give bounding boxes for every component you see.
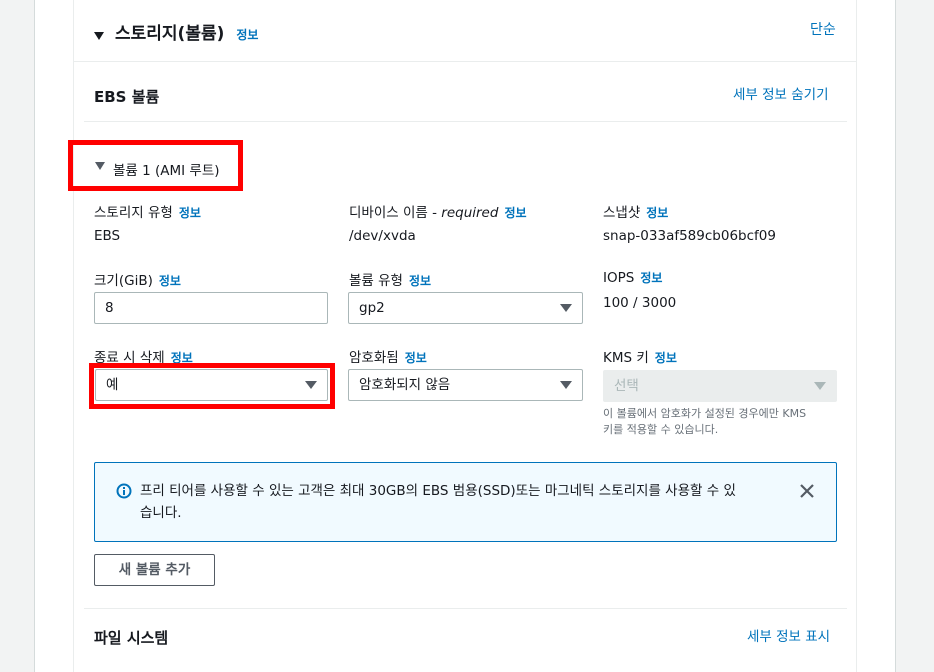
iops-label-text: IOPS xyxy=(603,270,635,286)
add-new-volume-button[interactable]: 새 볼륨 추가 xyxy=(94,554,215,586)
file-system-title: 파일 시스템 xyxy=(94,629,169,647)
encrypted-select[interactable]: 암호화되지 않음 xyxy=(348,369,583,401)
hide-details-link[interactable]: 세부 정보 숨기기 xyxy=(733,83,829,103)
storage-type-label: 스토리지 유형 정보 xyxy=(94,201,201,221)
device-name-label: 디바이스 이름 - required 정보 xyxy=(349,201,527,221)
kms-key-selected-value: 선택 xyxy=(614,378,639,394)
caret-down-icon xyxy=(95,162,105,170)
size-input[interactable]: 8 xyxy=(94,292,328,324)
section-title: 스토리지(볼륨) 정보 xyxy=(115,19,258,44)
kms-key-label-text: KMS 키 xyxy=(603,350,649,366)
kms-key-hint: 이 볼륨에서 암호화가 설정된 경우에만 KMS 키를 적용할 수 있습니다. xyxy=(603,406,806,438)
snapshot-label: 스냅샷 정보 xyxy=(603,201,668,221)
dropdown-caret-icon xyxy=(560,381,572,389)
divider xyxy=(74,61,857,62)
snapshot-info-link[interactable]: 정보 xyxy=(646,206,668,220)
section-collapse-toggle[interactable] xyxy=(94,25,104,44)
alert-message-line2: 습니다. xyxy=(140,505,182,521)
volume-type-info-link[interactable]: 정보 xyxy=(409,274,431,288)
device-name-info-link[interactable]: 정보 xyxy=(504,206,526,220)
section-title-text: 스토리지(볼륨) xyxy=(115,24,225,44)
divider xyxy=(84,121,847,122)
snapshot-value: snap-033af589cb06bcf09 xyxy=(603,228,776,244)
required-marker: required xyxy=(441,205,499,221)
size-label: 크기(GiB) 정보 xyxy=(94,269,181,289)
delete-on-termination-selected-value: 예 xyxy=(106,377,119,393)
dropdown-caret-icon xyxy=(305,381,317,389)
iops-info-link[interactable]: 정보 xyxy=(640,271,662,285)
section-info-link[interactable]: 정보 xyxy=(236,28,258,42)
volume-type-select[interactable]: gp2 xyxy=(348,292,583,324)
size-info-link[interactable]: 정보 xyxy=(159,274,181,288)
storage-type-label-text: 스토리지 유형 xyxy=(94,205,173,221)
dropdown-caret-icon xyxy=(814,382,826,390)
volume-collapse-toggle[interactable] xyxy=(95,155,105,174)
info-circle-icon xyxy=(116,483,132,503)
device-name-label-text: 디바이스 이름 - xyxy=(349,205,442,221)
volume-type-label: 볼륨 유형 정보 xyxy=(349,269,431,289)
caret-down-icon xyxy=(94,32,104,40)
iops-value: 100 / 3000 xyxy=(603,295,677,311)
ebs-volumes-title: EBS 볼륨 xyxy=(94,88,160,106)
encrypted-label: 암호화됨 정보 xyxy=(349,346,427,366)
alert-message-line1: 프리 티어를 사용할 수 있는 고객은 최대 30GB의 EBS 범용(SSD)… xyxy=(140,483,736,499)
storage-type-info-link[interactable]: 정보 xyxy=(179,206,201,220)
iops-label: IOPS 정보 xyxy=(603,269,662,286)
encrypted-selected-value: 암호화되지 않음 xyxy=(359,377,451,393)
kms-key-info-link[interactable]: 정보 xyxy=(655,351,677,365)
size-label-text: 크기(GiB) xyxy=(94,273,153,289)
volume-type-label-text: 볼륨 유형 xyxy=(349,273,403,289)
divider xyxy=(84,608,847,609)
show-details-link[interactable]: 세부 정보 표시 xyxy=(747,625,830,645)
kms-key-hint-line1: 이 볼륨에서 암호화가 설정된 경우에만 KMS xyxy=(603,407,807,420)
free-tier-alert: 프리 티어를 사용할 수 있는 고객은 최대 30GB의 EBS 범용(SSD)… xyxy=(94,462,837,542)
kms-key-hint-line2: 키를 적용할 수 있습니다. xyxy=(603,423,719,436)
volume-type-selected-value: gp2 xyxy=(359,300,385,316)
volume-header: 볼륨 1 (AMI 루트) xyxy=(113,163,220,179)
alert-message: 프리 티어를 사용할 수 있는 고객은 최대 30GB의 EBS 범용(SSD)… xyxy=(140,480,736,524)
dropdown-caret-icon xyxy=(560,304,572,312)
device-name-value: /dev/xvda xyxy=(349,228,416,244)
encrypted-info-link[interactable]: 정보 xyxy=(405,351,427,365)
simple-view-link[interactable]: 단순 xyxy=(810,19,836,39)
encrypted-label-text: 암호화됨 xyxy=(349,350,399,366)
storage-type-value: EBS xyxy=(94,228,121,244)
snapshot-label-text: 스냅샷 xyxy=(603,205,641,221)
kms-key-select: 선택 xyxy=(603,370,837,402)
kms-key-label: KMS 키 정보 xyxy=(603,346,677,366)
delete-on-termination-select[interactable]: 예 xyxy=(95,369,328,401)
close-icon[interactable] xyxy=(799,483,815,503)
